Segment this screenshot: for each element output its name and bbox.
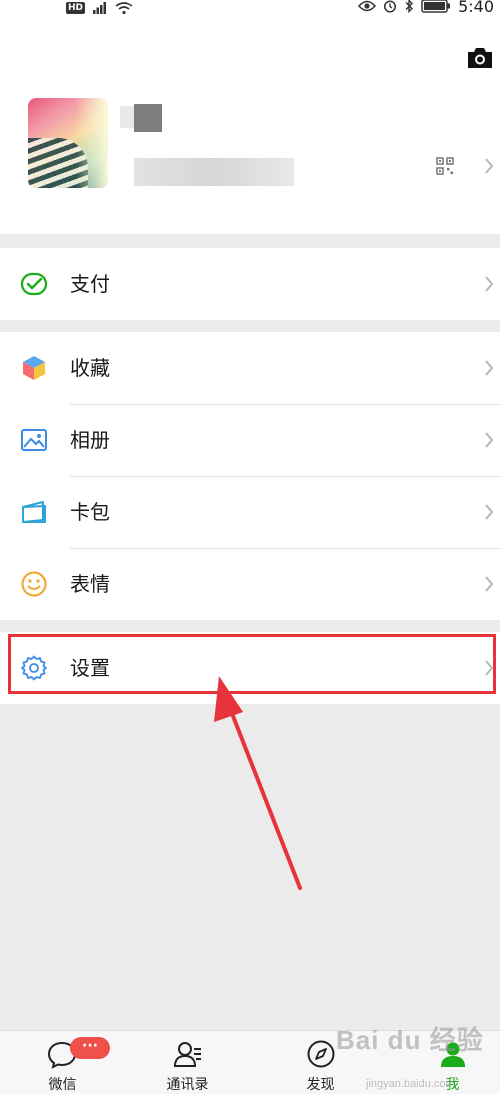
nickname-redacted	[134, 104, 162, 132]
avatar[interactable]	[28, 98, 108, 188]
tab-label: 发现	[306, 1077, 335, 1093]
photo-icon	[21, 429, 47, 451]
camera-icon[interactable]	[466, 46, 494, 70]
chevron-right-icon	[485, 504, 494, 520]
chevron-right-icon	[485, 276, 494, 292]
battery-icon	[421, 0, 451, 13]
nickname-redaction-edge	[120, 106, 134, 128]
cube-icon	[23, 356, 45, 380]
settings-highlight-box	[8, 634, 496, 694]
menu-item-label: 表情	[70, 572, 110, 596]
menu-item-label: 支付	[70, 272, 110, 296]
smiley-icon	[21, 571, 47, 597]
chevron-right-icon	[485, 576, 494, 592]
unread-badge: ···	[70, 1037, 110, 1059]
bluetooth-icon	[405, 0, 414, 13]
menu-item-pay[interactable]: 支付	[0, 248, 500, 320]
avatar-fade	[76, 98, 108, 188]
wechat-id-redacted	[134, 158, 294, 186]
tab-label: 通讯录	[166, 1077, 209, 1093]
menu-item-cards[interactable]: 卡包	[0, 476, 500, 548]
contacts-icon	[173, 1042, 201, 1067]
watermark-brand: Bai du 经验	[336, 1025, 484, 1055]
status-left: HD	[66, 0, 133, 16]
tab-contacts[interactable]: 通讯录	[125, 1031, 250, 1094]
signal-icon	[93, 2, 107, 14]
eye-icon	[358, 0, 377, 12]
menu-item-label: 收藏	[70, 356, 110, 380]
menu-item-label: 卡包	[70, 500, 110, 524]
tools-section: 收藏 相册 卡包 表情	[0, 332, 500, 620]
menu-item-stickers[interactable]: 表情	[0, 548, 500, 620]
alarm-icon	[384, 0, 397, 13]
menu-item-favorites[interactable]: 收藏	[0, 332, 500, 404]
qr-code-icon[interactable]	[436, 157, 454, 175]
status-time: 5:40	[458, 0, 494, 16]
compass-icon	[307, 1040, 334, 1068]
pay-section: 支付	[0, 248, 500, 320]
tab-label: 微信	[48, 1077, 77, 1093]
wechat-me-screen: HD 5:40 支付 收藏 相册 卡包 表情 设置 ··· 微信 通讯录 发现 …	[0, 0, 500, 1094]
watermark-url: jingyan.baidu.com	[366, 1078, 455, 1090]
wallet-check-icon	[20, 272, 48, 296]
wifi-icon	[115, 2, 133, 14]
profile-header[interactable]	[0, 22, 500, 234]
status-bar: HD 5:40	[0, 0, 500, 22]
menu-item-album[interactable]: 相册	[0, 404, 500, 476]
chevron-right-icon	[485, 432, 494, 448]
chevron-right-icon	[485, 360, 494, 376]
tab-chats[interactable]: ··· 微信	[0, 1031, 125, 1094]
status-right: 5:40	[358, 0, 494, 16]
chevron-right-icon	[485, 158, 494, 174]
hd-indicator: HD	[66, 2, 86, 14]
menu-item-label: 相册	[70, 428, 110, 452]
card-wallet-icon	[22, 501, 46, 523]
